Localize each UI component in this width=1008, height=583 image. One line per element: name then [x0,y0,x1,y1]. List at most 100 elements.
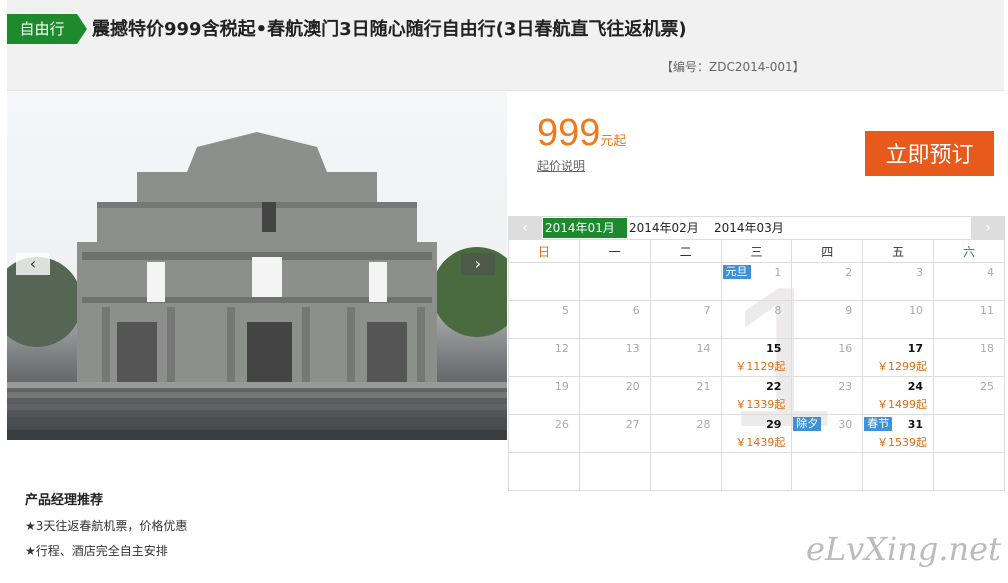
day-number: 2 [845,266,853,279]
book-now-button[interactable]: 立即预订 [865,131,994,176]
gallery-next-button[interactable]: › [461,253,495,275]
calendar-day-cell: 20 [578,376,651,415]
calendar-day-cell: 13 [578,338,651,377]
weekday-fri: 五 [862,239,935,263]
calendar-day-cell[interactable]: 24 ￥1499起 [862,376,935,415]
day-number: 19 [554,380,569,393]
day-fare[interactable]: ￥1439起 [735,434,785,450]
calendar-day-cell: 5 [508,300,580,339]
price-unit: 元起 [600,134,627,149]
calendar-day-cell [578,262,651,301]
day-number: 24 [907,380,924,393]
calendar-day-cell: 21 [649,376,722,415]
gallery-prev-button[interactable]: ‹ [16,253,50,275]
calendar-week: 26 27 28 29 ￥1439起 除夕 30 春节 31 ￥1539起 [508,414,1005,453]
holiday-label: 元旦 [722,265,751,279]
day-number: 11 [980,304,994,317]
weekday-sat: 六 [933,239,1005,263]
calendar-day-cell: 元旦 1 [720,262,793,301]
calendar-day-cell: 7 [649,300,722,339]
calendar-day-cell: 9 [791,300,864,339]
weekday-mon: 一 [578,239,651,263]
day-number: 28 [696,418,711,431]
day-number: 6 [632,304,640,317]
day-number: 15 [766,342,782,355]
calendar-day-cell: 10 [862,300,935,339]
calendar-day-cell: 12 [508,338,580,377]
weekday-tue: 二 [649,239,722,263]
weekday-wed: 三 [720,239,793,263]
day-number: 22 [766,380,782,393]
day-number: 1 [774,266,782,279]
calendar-day-cell: 19 [508,376,580,415]
calendar-day-cell: 8 [720,300,793,339]
calendar-day-cell: 3 [862,262,935,301]
calendar-day-cell[interactable]: 29 ￥1439起 [720,414,793,453]
calendar-day-cell: 11 [933,300,1005,339]
calendar-day-cell: 18 [933,338,1005,377]
day-number: 13 [625,342,640,355]
calendar-week: 元旦 1 2 3 4 [508,262,1005,301]
day-number: 18 [980,342,994,355]
day-number: 27 [625,418,640,431]
calendar-day-cell: 6 [578,300,651,339]
calendar-day-cell: 14 [649,338,722,377]
day-number: 20 [625,380,640,393]
calendar-day-cell[interactable]: 17 ￥1299起 [862,338,935,377]
day-fare[interactable]: ￥1339起 [735,396,785,412]
day-number: 29 [766,418,782,431]
calendar-day-cell: 4 [933,262,1005,301]
calendar-day-cell [508,262,580,301]
day-fare[interactable]: ￥1129起 [735,358,785,374]
product-title: 震撼特价999含税起•春航澳门3日随心随行自由行(3日春航直飞往返机票) [92,19,687,40]
month-tab-jan[interactable]: 2014年01月 [543,218,627,238]
calendar-week: 12 13 14 15 ￥1129起 16 17 ￥1299起 18 [508,338,1005,377]
month-next-button[interactable]: › [971,217,1005,239]
holiday-label: 除夕 [793,417,822,431]
calendar-day-cell [933,414,1005,453]
calendar-day-cell: 25 [933,376,1005,415]
day-number: 9 [845,304,853,317]
recommend-title: 产品经理推荐 [25,493,104,508]
weekday-sun: 日 [508,239,580,263]
day-fare[interactable]: ￥1499起 [877,396,927,412]
calendar-day-cell: 除夕 30 [791,414,864,453]
calendar-day-cell [649,262,722,301]
day-number: 12 [554,342,569,355]
month-prev-button[interactable]: ‹ [508,217,542,239]
day-number: 16 [838,342,853,355]
calendar-day-cell[interactable]: 15 ￥1129起 [720,338,793,377]
day-number: 31 [907,418,924,431]
day-number: 5 [561,304,569,317]
calendar-day-cell: 28 [649,414,722,453]
product-code: 【编号：ZDC2014-001】 [661,60,805,74]
day-number: 7 [703,304,711,317]
calendar-day-cell[interactable]: 22 ￥1339起 [720,376,793,415]
month-tab-feb[interactable]: 2014年02月 [627,218,711,238]
day-number: 30 [838,418,853,431]
calendar-week: 19 20 21 22 ￥1339起 23 24 ￥1499起 25 [508,376,1005,415]
departure-calendar: 日 一 二 三 四 五 六 元旦 1 2 3 4 5 6 7 8 9 10 11 12 13 14 15 ￥11… [508,239,1005,491]
header-bar [7,0,1004,91]
price-explain-link[interactable]: 起价说明 [537,157,585,174]
product-photo [7,92,507,440]
ruins-illustration [7,132,507,440]
calendar-day-cell: 23 [791,376,864,415]
day-fare[interactable]: ￥1539起 [877,434,927,450]
calendar-day-cell: 16 [791,338,864,377]
day-number: 25 [980,380,994,393]
day-number: 17 [907,342,924,355]
day-number: 8 [774,304,782,317]
day-fare[interactable]: ￥1299起 [877,358,927,374]
recommend-item: ★3天往返春航机票，价格优惠 [25,519,188,533]
watermark-logo: eLvXing.net [806,530,1001,568]
month-tab-mar[interactable]: 2014年03月 [712,218,796,238]
day-number: 4 [987,266,994,279]
day-number: 21 [696,380,711,393]
calendar-week: 5 6 7 8 9 10 11 [508,300,1005,339]
day-number: 10 [909,304,924,317]
calendar-day-cell[interactable]: 春节 31 ￥1539起 [862,414,935,453]
day-number: 3 [916,266,924,279]
calendar-day-cell: 26 [508,414,580,453]
day-number: 26 [554,418,569,431]
